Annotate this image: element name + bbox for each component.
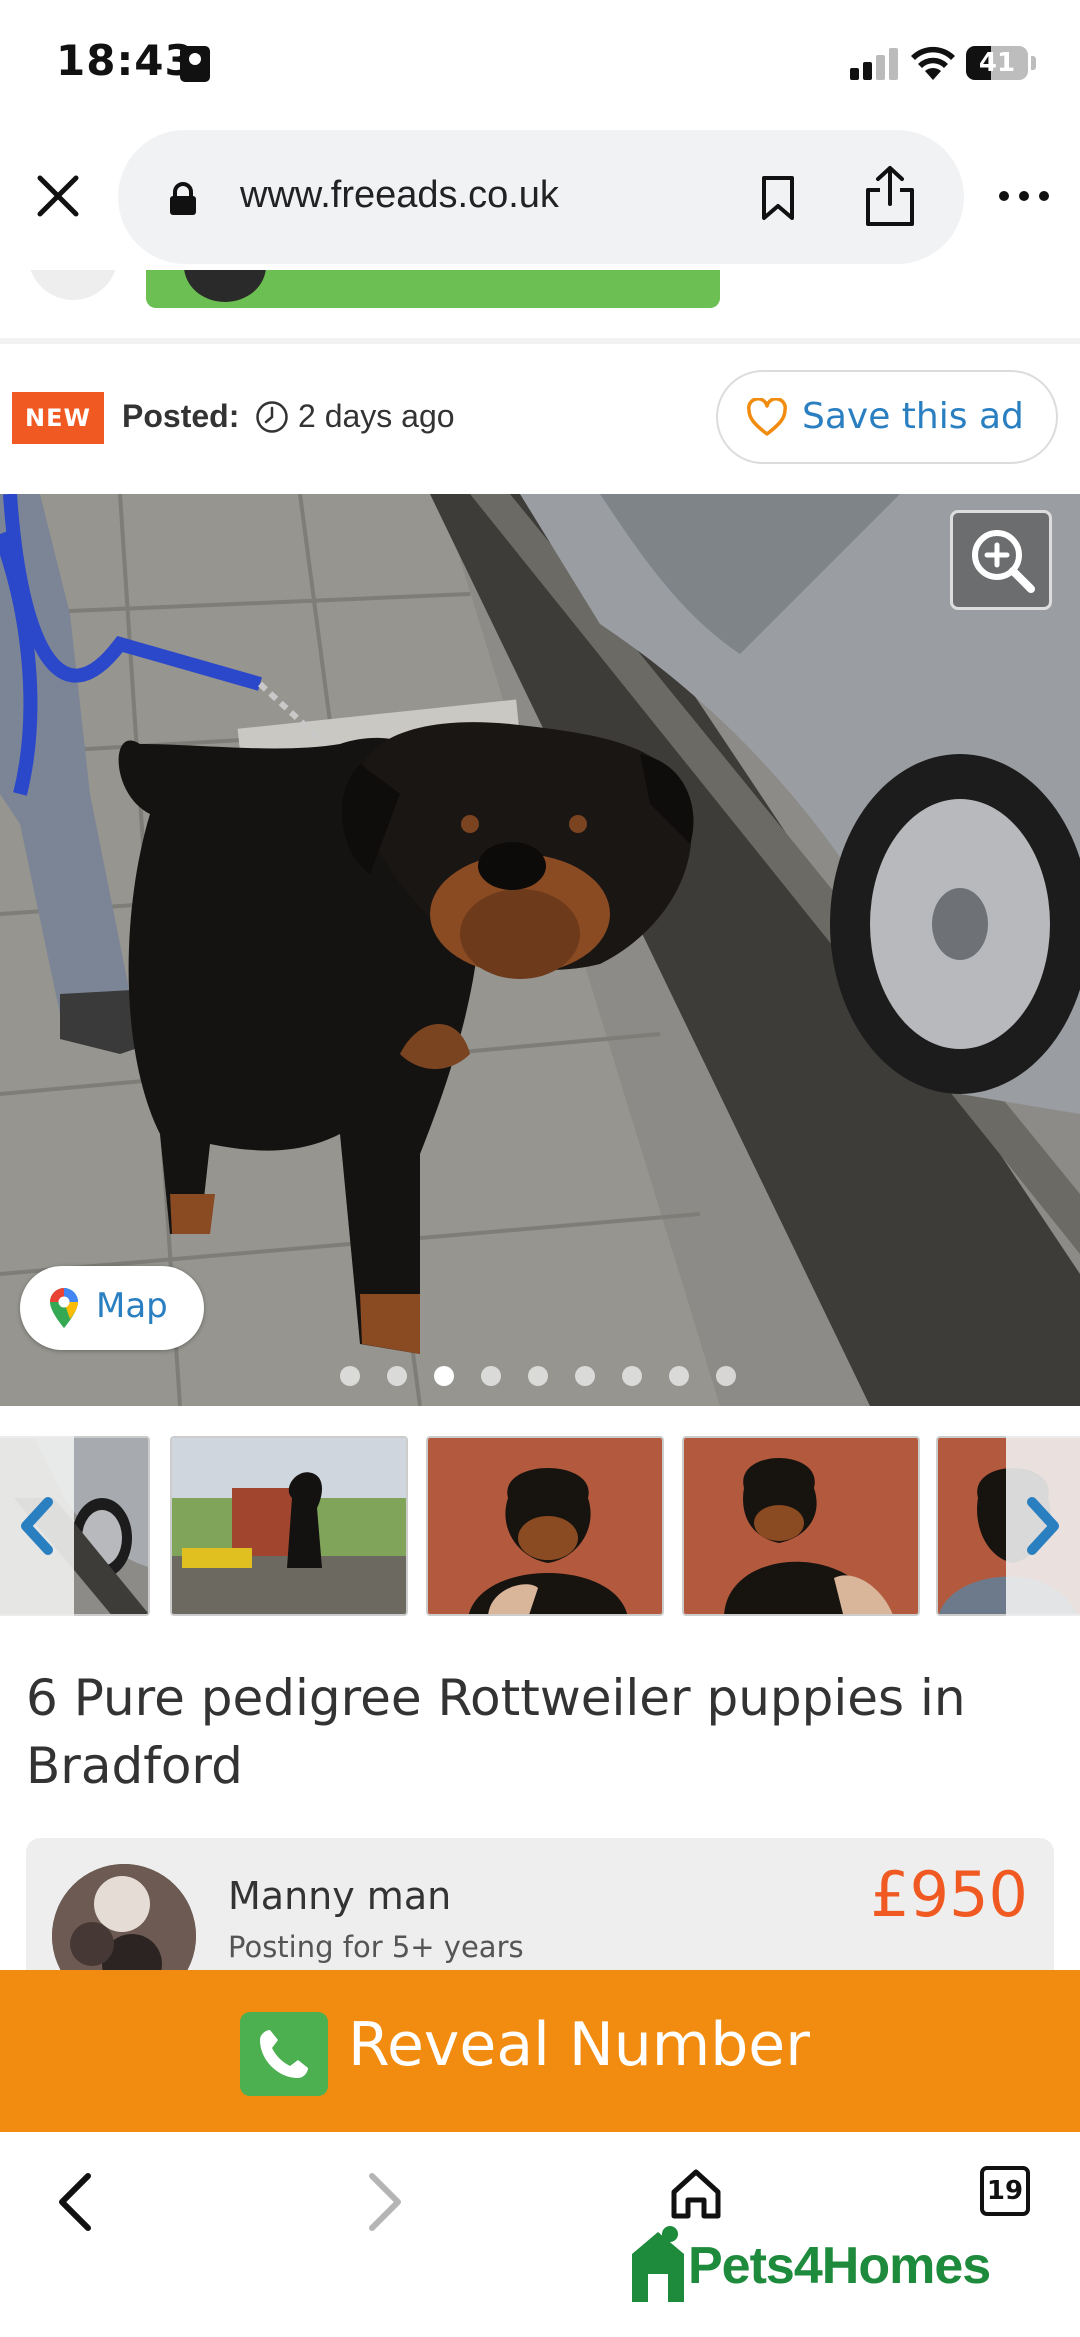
carousel-dot-active[interactable] [434,1366,454,1386]
thumbnail-dog-garden-image [172,1438,406,1614]
save-ad-button[interactable]: Save this ad [716,370,1058,464]
phone-icon [240,2012,328,2096]
listing-title: 6 Pure pedigree Rottweiler puppies in Br… [26,1669,966,1795]
share-icon[interactable] [862,164,918,228]
listing-price: £950 [870,1858,1028,1931]
clock-icon [256,401,288,433]
seller-name[interactable]: Manny man [228,1874,451,1918]
posted-label: Posted: [122,398,240,434]
address-bar[interactable]: www.freeads.co.uk [118,130,964,264]
battery-icon: 41 [966,46,1028,80]
lock-icon [170,182,196,215]
carousel-dot[interactable] [340,1366,360,1386]
id-card-icon [180,46,210,82]
map-button[interactable]: Map [20,1266,204,1350]
header-menu-circle [28,270,118,300]
save-ad-label: Save this ad [802,396,1024,437]
carousel-dot[interactable] [481,1366,501,1386]
status-time: 18:43 [56,36,195,85]
wifi-icon [911,46,955,80]
chevron-left-icon [21,1497,53,1555]
thumbnail-prev-button[interactable] [0,1436,74,1616]
cell-signal-icon [850,48,898,80]
status-bar: 18:43 41 [0,0,1080,130]
heart-icon [747,398,787,436]
forward-icon[interactable] [360,2170,410,2234]
map-pin-icon [50,1288,78,1328]
more-options-icon[interactable] [996,186,1052,206]
carousel-dot[interactable] [575,1366,595,1386]
home-icon[interactable] [668,2166,724,2222]
back-icon[interactable] [50,2170,100,2234]
thumbnail-next-button[interactable] [1006,1436,1080,1616]
bookmark-icon[interactable] [758,174,798,222]
thumbnail[interactable] [426,1436,664,1616]
carousel-dot[interactable] [387,1366,407,1386]
url-text[interactable]: www.freeads.co.uk [240,174,559,217]
carousel-dot[interactable] [669,1366,689,1386]
main-photo[interactable]: Map [0,494,1080,1406]
battery-level: 41 [978,48,1016,78]
seller-tenure: Posting for 5+ years [228,1930,524,1964]
thumbnail[interactable] [170,1436,408,1616]
zoom-in-icon [972,530,1035,593]
tabs-button[interactable]: 19 [980,2166,1030,2216]
thumbnail[interactable] [682,1436,920,1616]
thumbnail-puppy-image [684,1438,918,1614]
reveal-number-label: Reveal Number [348,2010,810,2080]
battery-tip [1031,56,1036,70]
posted-value: 2 days ago [298,398,455,434]
carousel-dot[interactable] [622,1366,642,1386]
pets4homes-logo-text: Pets4Homes [688,2237,991,2295]
carousel-dots [340,1366,760,1386]
browser-toolbar: www.freeads.co.uk [0,130,1080,270]
reveal-number-button[interactable]: Reveal Number [0,1970,1080,2132]
zoom-button[interactable] [950,510,1052,610]
thumbnail-puppy-image [428,1438,662,1614]
close-icon[interactable] [30,168,86,224]
map-label: Map [96,1286,168,1326]
new-badge: NEW [12,392,104,444]
chevron-right-icon [1027,1497,1059,1555]
listing-meta-row: NEW Posted: 2 days ago Save this ad [0,344,1080,494]
scrolled-header [0,270,1080,344]
carousel-dot[interactable] [716,1366,736,1386]
pets4homes-logo-icon [632,2226,684,2302]
pets4homes-ad[interactable]: Pets4Homes [628,2224,1048,2304]
thumbnail-strip [0,1406,1080,1642]
browser-bottom-nav: 19 Pets4Homes [0,2132,1080,2337]
carousel-dot[interactable] [528,1366,548,1386]
